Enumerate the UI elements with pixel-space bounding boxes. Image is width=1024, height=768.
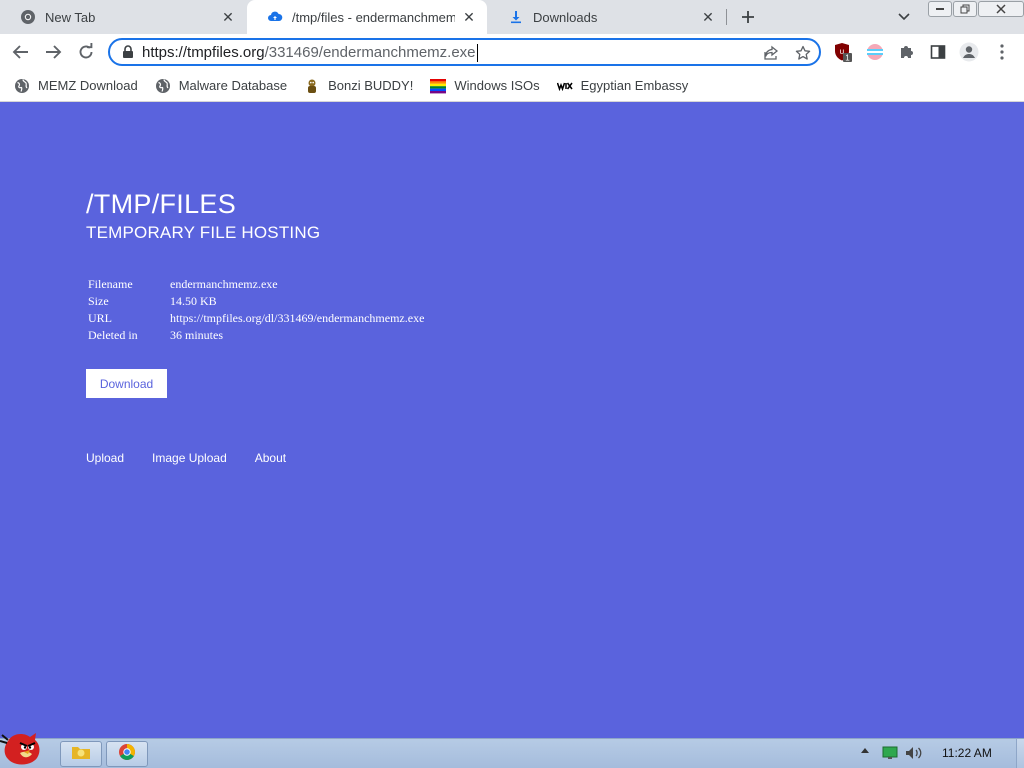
info-label: Size — [88, 294, 109, 308]
share-icon[interactable] — [762, 44, 780, 62]
bookmark-label: Windows ISOs — [454, 78, 540, 93]
show-hidden-icons-icon[interactable] — [860, 746, 870, 754]
text-caret — [476, 44, 478, 63]
extension-flag-icon[interactable] — [865, 42, 885, 62]
forward-button[interactable] — [41, 40, 65, 64]
ublock-origin-icon[interactable]: u1 — [833, 42, 853, 62]
tab-close-icon[interactable]: ✕ — [700, 9, 716, 25]
deleted-in-value: 36 minutes — [170, 328, 223, 342]
profile-avatar-icon[interactable] — [959, 42, 979, 62]
globe-icon — [155, 78, 171, 94]
extensions-puzzle-icon[interactable] — [897, 42, 917, 62]
bookmark-label: MEMZ Download — [38, 78, 138, 93]
rainbow-flag-icon — [430, 78, 447, 94]
bookmark-star-icon[interactable] — [794, 44, 812, 62]
info-label: URL — [88, 311, 112, 325]
download-button[interactable]: Download — [86, 369, 167, 398]
restore-button[interactable] — [953, 1, 977, 17]
address-text[interactable]: https://tmpfiles.org/331469/endermanchme… — [142, 44, 478, 63]
table-row: Filename endermanchmemz.exe — [86, 276, 426, 293]
volume-icon[interactable] — [905, 746, 923, 760]
globe-icon — [14, 78, 30, 94]
browser-toolbar: https://tmpfiles.org/331469/endermanchme… — [0, 34, 1024, 70]
bonzi-icon — [304, 78, 320, 94]
bookmark-malware-database[interactable]: Malware Database — [155, 78, 287, 94]
tab-tmpfiles[interactable]: /tmp/files - endermanchmemz.exe ✕ — [247, 0, 487, 34]
site-title[interactable]: /TMP/FILES — [86, 189, 236, 220]
image-upload-link[interactable]: Image Upload — [152, 451, 227, 465]
footer-nav: Upload Image Upload About — [86, 451, 314, 465]
address-bar[interactable]: https://tmpfiles.org/331469/endermanchme… — [108, 38, 821, 66]
window-controls — [927, 1, 1024, 17]
bookmark-windows-isos[interactable]: Windows ISOs — [430, 78, 540, 94]
tab-downloads[interactable]: Downloads ✕ — [488, 0, 726, 34]
taskbar-chrome[interactable] — [106, 741, 148, 767]
about-link[interactable]: About — [255, 451, 286, 465]
extension-badge: 1 — [845, 54, 850, 63]
wix-icon — [556, 78, 573, 94]
info-label: Filename — [88, 277, 133, 291]
upload-link[interactable]: Upload — [86, 451, 124, 465]
bookmark-memz-download[interactable]: MEMZ Download — [14, 78, 138, 94]
tab-title: Downloads — [533, 9, 598, 25]
url-path: /331469/endermanchmemz.exe — [264, 44, 476, 61]
tab-close-icon[interactable]: ✕ — [461, 9, 477, 25]
folder-icon — [71, 743, 91, 766]
start-button-angry-bird-icon[interactable] — [0, 731, 52, 768]
close-window-button[interactable] — [978, 1, 1024, 17]
back-button[interactable] — [9, 40, 33, 64]
chrome-icon — [118, 743, 136, 766]
size-value: 14.50 KB — [170, 294, 217, 308]
url-host: https://tmpfiles.org — [142, 44, 265, 61]
side-panel-icon[interactable] — [928, 42, 948, 62]
url-value: https://tmpfiles.org/dl/331469/endermanc… — [170, 311, 425, 325]
download-icon — [508, 9, 524, 25]
table-row: Size 14.50 KB — [86, 293, 426, 310]
file-info-table: Filename endermanchmemz.exe Size 14.50 K… — [86, 276, 426, 344]
bookmark-label: Egyptian Embassy — [580, 78, 689, 93]
network-icon[interactable] — [882, 746, 898, 760]
new-tab-button[interactable] — [737, 6, 759, 28]
tab-title: New Tab — [45, 9, 96, 25]
minimize-button[interactable] — [928, 1, 952, 17]
cloud-upload-icon — [267, 9, 283, 25]
menu-kebab-icon[interactable] — [992, 42, 1012, 62]
tab-title: /tmp/files - endermanchmemz.exe — [292, 9, 455, 25]
tab-search-chevron-icon[interactable] — [895, 8, 913, 26]
tab-new-tab[interactable]: New Tab ✕ — [0, 0, 246, 34]
site-subtitle: TEMPORARY FILE HOSTING — [86, 223, 321, 242]
bookmark-egyptian-embassy[interactable]: Egyptian Embassy — [556, 78, 689, 94]
show-desktop-button[interactable] — [1016, 739, 1024, 768]
bookmark-label: Bonzi BUDDY! — [328, 78, 414, 93]
chrome-icon — [20, 9, 36, 25]
reload-button[interactable] — [74, 40, 98, 64]
table-row: Deleted in 36 minutes — [86, 327, 426, 344]
lock-icon[interactable] — [121, 45, 135, 59]
taskbar: 11:22 AM — [0, 733, 1024, 768]
page-content: /TMP/FILES TEMPORARY FILE HOSTING Filena… — [0, 103, 1024, 738]
bookmark-label: Malware Database — [178, 78, 288, 93]
info-label: Deleted in — [88, 328, 138, 342]
tab-close-icon[interactable]: ✕ — [220, 9, 236, 25]
tab-separator — [726, 9, 727, 25]
tab-strip: New Tab ✕ /tmp/files - endermanchmemz.ex… — [0, 0, 1024, 34]
filename-value: endermanchmemz.exe — [170, 277, 278, 291]
bookmark-bonzi-buddy[interactable]: Bonzi BUDDY! — [304, 78, 413, 94]
bookmarks-bar: MEMZ Download Malware Database Bonzi BUD… — [0, 70, 1024, 102]
clock[interactable]: 11:22 AM — [942, 746, 992, 760]
table-row: URL https://tmpfiles.org/dl/331469/ender… — [86, 310, 426, 327]
taskbar-file-explorer[interactable] — [60, 741, 102, 767]
